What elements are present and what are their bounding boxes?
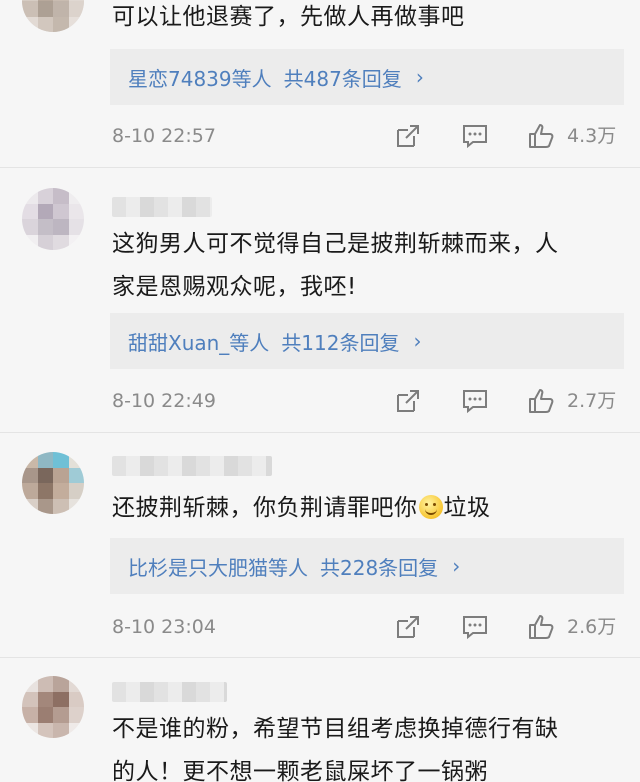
reply-summary[interactable]: 星恋74839等人 共487条回复 › bbox=[110, 49, 624, 105]
reply-count: 共487条回复 bbox=[283, 66, 402, 91]
comment-time: 8-10 23:04 bbox=[112, 616, 216, 638]
comment-text: 还披荆斩棘，你负荆请罪吧你 垃圾 bbox=[112, 495, 491, 521]
reply-count: 共228条回复 bbox=[320, 555, 439, 580]
chevron-right-icon: › bbox=[415, 65, 424, 89]
divider bbox=[0, 657, 640, 658]
avatar[interactable] bbox=[22, 188, 84, 250]
repost-icon[interactable] bbox=[395, 388, 421, 414]
reply-summary[interactable]: 甜甜Xuan_等人 共112条回复 › bbox=[110, 313, 624, 369]
comment-icon[interactable] bbox=[462, 123, 488, 149]
divider bbox=[0, 432, 640, 433]
avatar[interactable] bbox=[22, 452, 84, 514]
comment-icon[interactable] bbox=[462, 388, 488, 414]
divider bbox=[0, 167, 640, 168]
reply-summary[interactable]: 比杉是只大肥猫等人 共228条回复 › bbox=[110, 538, 624, 594]
reply-count: 共112条回复 bbox=[281, 330, 400, 355]
reply-users: 甜甜Xuan_等人 bbox=[128, 330, 270, 355]
avatar[interactable] bbox=[22, 0, 84, 32]
comment-icon[interactable] bbox=[462, 614, 488, 640]
comment-text: 这狗男人可不觉得自己是披荆斩棘而来，人 家是恩赐观众呢，我呸! bbox=[112, 231, 559, 300]
comment-text: 可以让他退赛了，先做人再做事吧 bbox=[112, 4, 465, 30]
like-icon[interactable] bbox=[528, 614, 554, 640]
username-blurred[interactable] bbox=[112, 197, 212, 217]
like-count: 4.3万 bbox=[567, 125, 617, 147]
repost-icon[interactable] bbox=[395, 614, 421, 640]
smile-emoji-icon bbox=[418, 495, 443, 519]
chevron-right-icon: › bbox=[452, 554, 461, 578]
comment-time: 8-10 22:49 bbox=[112, 390, 216, 412]
username-blurred[interactable] bbox=[112, 682, 227, 702]
repost-icon[interactable] bbox=[395, 123, 421, 149]
reply-users: 比杉是只大肥猫等人 bbox=[128, 555, 308, 580]
username-blurred[interactable] bbox=[112, 456, 272, 476]
chevron-right-icon: › bbox=[413, 329, 422, 353]
reply-users: 星恋74839等人 bbox=[128, 66, 272, 91]
like-icon[interactable] bbox=[528, 388, 554, 414]
like-count: 2.7万 bbox=[567, 390, 617, 412]
comment-time: 8-10 22:57 bbox=[112, 125, 216, 147]
like-icon[interactable] bbox=[528, 123, 554, 149]
comment-text: 不是谁的粉，希望节目组考虑换掉德行有缺 的人！更不想一颗老鼠屎坏了一锅粥 bbox=[112, 716, 559, 782]
like-count: 2.6万 bbox=[567, 616, 617, 638]
avatar[interactable] bbox=[22, 676, 84, 738]
